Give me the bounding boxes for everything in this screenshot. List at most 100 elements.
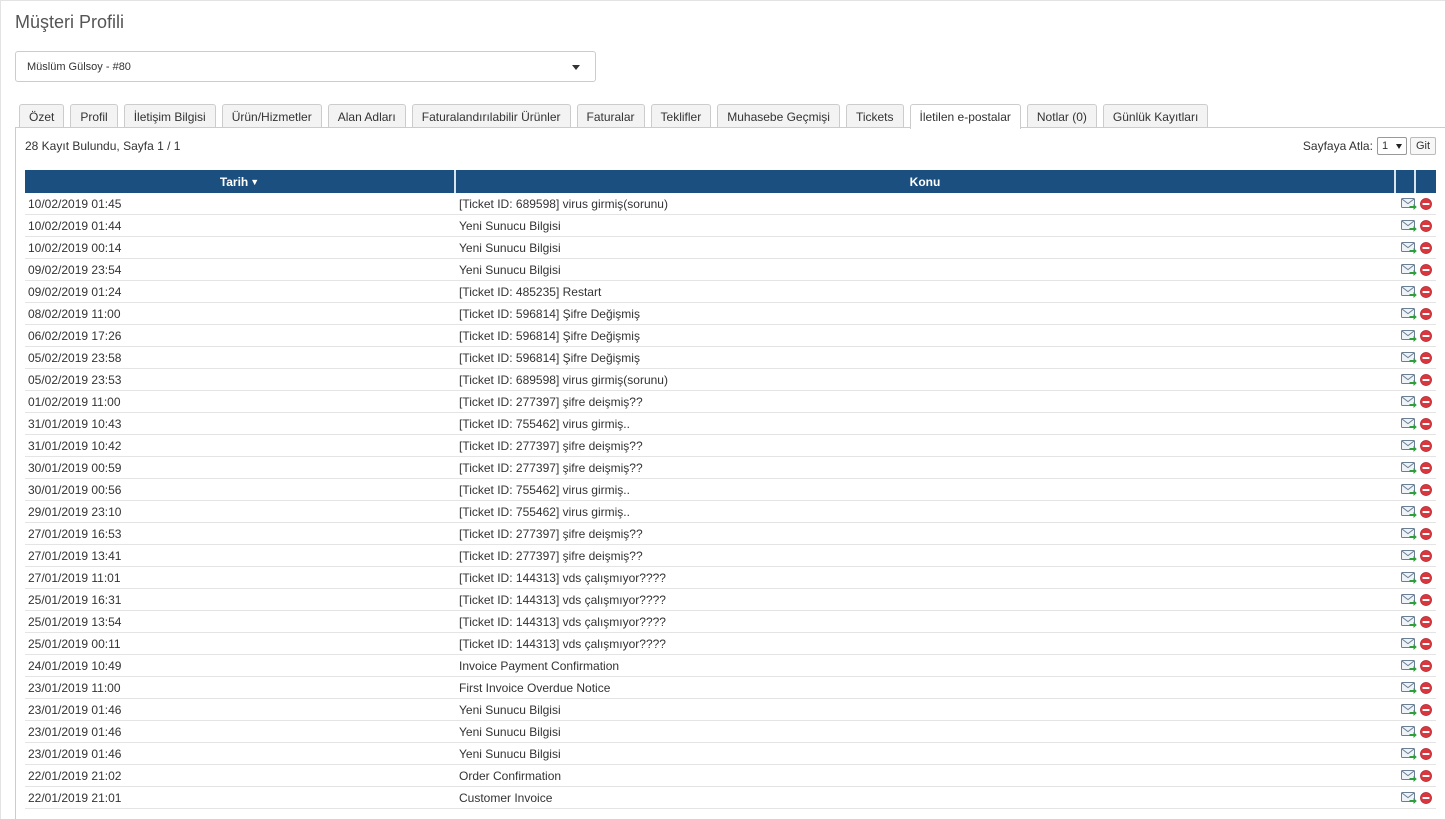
email-subject-link[interactable]: Yeni Sunucu Bilgisi bbox=[456, 219, 1396, 233]
email-resend-icon[interactable] bbox=[1401, 725, 1417, 738]
delete-icon[interactable] bbox=[1420, 703, 1432, 716]
email-subject-link[interactable]: [Ticket ID: 144313] vds çalışmıyor???? bbox=[456, 637, 1396, 651]
email-resend-icon[interactable] bbox=[1401, 285, 1417, 298]
email-subject-link[interactable]: Customer Invoice bbox=[456, 791, 1396, 805]
delete-icon[interactable] bbox=[1420, 637, 1432, 650]
tab-item[interactable]: Profil bbox=[70, 104, 118, 128]
tab-item[interactable]: Faturalar bbox=[576, 104, 645, 128]
column-header-date[interactable]: Tarih ▼ bbox=[25, 170, 456, 193]
delete-icon[interactable] bbox=[1420, 417, 1432, 430]
email-subject-link[interactable]: Order Confirmation bbox=[456, 769, 1396, 783]
email-resend-icon[interactable] bbox=[1401, 703, 1417, 716]
page-select[interactable]: 1 bbox=[1376, 137, 1407, 155]
tab-item[interactable]: Özet bbox=[19, 104, 65, 128]
email-resend-icon[interactable] bbox=[1401, 439, 1417, 452]
delete-icon[interactable] bbox=[1420, 769, 1432, 782]
tab-item[interactable]: İletilen e-postalar bbox=[909, 104, 1021, 129]
email-subject-link[interactable]: [Ticket ID: 277397] şifre deişmiş?? bbox=[456, 527, 1396, 541]
tab-item[interactable]: Tickets bbox=[845, 104, 904, 128]
delete-icon[interactable] bbox=[1420, 483, 1432, 496]
delete-icon[interactable] bbox=[1420, 725, 1432, 738]
email-resend-icon[interactable] bbox=[1401, 659, 1417, 672]
email-resend-icon[interactable] bbox=[1401, 527, 1417, 540]
tab-item[interactable]: Ürün/Hizmetler bbox=[221, 104, 322, 128]
email-subject-link[interactable]: Yeni Sunucu Bilgisi bbox=[456, 747, 1396, 761]
email-resend-icon[interactable] bbox=[1401, 395, 1417, 408]
delete-icon[interactable] bbox=[1420, 329, 1432, 342]
delete-icon[interactable] bbox=[1420, 549, 1432, 562]
delete-icon[interactable] bbox=[1420, 241, 1432, 254]
email-resend-icon[interactable] bbox=[1401, 417, 1417, 430]
go-button[interactable]: Git bbox=[1409, 137, 1436, 155]
delete-icon[interactable] bbox=[1420, 527, 1432, 540]
delete-icon[interactable] bbox=[1420, 263, 1432, 276]
email-resend-icon[interactable] bbox=[1401, 351, 1417, 364]
email-subject-link[interactable]: [Ticket ID: 277397] şifre deişmiş?? bbox=[456, 549, 1396, 563]
email-resend-icon[interactable] bbox=[1401, 769, 1417, 782]
email-subject-link[interactable]: [Ticket ID: 277397] şifre deişmiş?? bbox=[456, 395, 1396, 409]
delete-icon[interactable] bbox=[1420, 219, 1432, 232]
email-subject-link[interactable]: [Ticket ID: 596814] Şifre Değişmiş bbox=[456, 351, 1396, 365]
email-subject-link[interactable]: Yeni Sunucu Bilgisi bbox=[456, 241, 1396, 255]
tab-item[interactable]: Günlük Kayıtları bbox=[1102, 104, 1209, 128]
email-resend-icon[interactable] bbox=[1401, 681, 1417, 694]
tab-item[interactable]: Alan Adları bbox=[327, 104, 406, 128]
email-subject-link[interactable]: [Ticket ID: 689598] virus girmiş(sorunu) bbox=[456, 373, 1396, 387]
delete-icon[interactable] bbox=[1420, 461, 1432, 474]
tab-item[interactable]: İletişim Bilgisi bbox=[123, 104, 216, 128]
email-subject-link[interactable]: [Ticket ID: 144313] vds çalışmıyor???? bbox=[456, 593, 1396, 607]
email-subject-link[interactable]: Invoice Payment Confirmation bbox=[456, 659, 1396, 673]
email-resend-icon[interactable] bbox=[1401, 329, 1417, 342]
delete-icon[interactable] bbox=[1420, 395, 1432, 408]
tab-item[interactable]: Muhasebe Geçmişi bbox=[717, 104, 840, 128]
tab-item[interactable]: Faturalandırılabilir Ürünler bbox=[411, 104, 571, 128]
email-subject-link[interactable]: [Ticket ID: 596814] Şifre Değişmiş bbox=[456, 307, 1396, 321]
email-resend-icon[interactable] bbox=[1401, 263, 1417, 276]
delete-icon[interactable] bbox=[1420, 659, 1432, 672]
email-resend-icon[interactable] bbox=[1401, 615, 1417, 628]
email-resend-icon[interactable] bbox=[1401, 307, 1417, 320]
delete-icon[interactable] bbox=[1420, 505, 1432, 518]
email-subject-link[interactable]: [Ticket ID: 755462] virus girmiş.. bbox=[456, 505, 1396, 519]
email-resend-icon[interactable] bbox=[1401, 373, 1417, 386]
email-subject-link[interactable]: Yeni Sunucu Bilgisi bbox=[456, 725, 1396, 739]
email-resend-icon[interactable] bbox=[1401, 505, 1417, 518]
email-subject-link[interactable]: [Ticket ID: 755462] virus girmiş.. bbox=[456, 483, 1396, 497]
email-resend-icon[interactable] bbox=[1401, 461, 1417, 474]
email-resend-icon[interactable] bbox=[1401, 549, 1417, 562]
email-resend-icon[interactable] bbox=[1401, 483, 1417, 496]
delete-icon[interactable] bbox=[1420, 791, 1432, 804]
email-resend-icon[interactable] bbox=[1401, 571, 1417, 584]
email-subject-link[interactable]: [Ticket ID: 144313] vds çalışmıyor???? bbox=[456, 571, 1396, 585]
email-subject-link[interactable]: [Ticket ID: 277397] şifre deişmiş?? bbox=[456, 461, 1396, 475]
delete-icon[interactable] bbox=[1420, 571, 1432, 584]
delete-icon[interactable] bbox=[1420, 351, 1432, 364]
client-selector[interactable]: Müslüm Gülsoy - #80 bbox=[15, 51, 596, 82]
email-resend-icon[interactable] bbox=[1401, 219, 1417, 232]
email-resend-icon[interactable] bbox=[1401, 747, 1417, 760]
delete-icon[interactable] bbox=[1420, 615, 1432, 628]
email-subject-link[interactable]: [Ticket ID: 755462] virus girmiş.. bbox=[456, 417, 1396, 431]
email-subject-link[interactable]: [Ticket ID: 144313] vds çalışmıyor???? bbox=[456, 615, 1396, 629]
email-subject-link[interactable]: [Ticket ID: 689598] virus girmiş(sorunu) bbox=[456, 197, 1396, 211]
email-resend-icon[interactable] bbox=[1401, 197, 1417, 210]
delete-icon[interactable] bbox=[1420, 681, 1432, 694]
delete-icon[interactable] bbox=[1420, 307, 1432, 320]
delete-icon[interactable] bbox=[1420, 373, 1432, 386]
delete-icon[interactable] bbox=[1420, 439, 1432, 452]
email-resend-icon[interactable] bbox=[1401, 637, 1417, 650]
delete-icon[interactable] bbox=[1420, 593, 1432, 606]
email-resend-icon[interactable] bbox=[1401, 241, 1417, 254]
delete-icon[interactable] bbox=[1420, 747, 1432, 760]
email-subject-link[interactable]: [Ticket ID: 277397] şifre deişmiş?? bbox=[456, 439, 1396, 453]
email-subject-link[interactable]: Yeni Sunucu Bilgisi bbox=[456, 703, 1396, 717]
tab-item[interactable]: Teklifler bbox=[650, 104, 712, 128]
delete-icon[interactable] bbox=[1420, 285, 1432, 298]
delete-icon[interactable] bbox=[1420, 197, 1432, 210]
email-resend-icon[interactable] bbox=[1401, 791, 1417, 804]
email-subject-link[interactable]: [Ticket ID: 485235] Restart bbox=[456, 285, 1396, 299]
tab-item[interactable]: Notlar (0) bbox=[1026, 104, 1097, 128]
email-subject-link[interactable]: [Ticket ID: 596814] Şifre Değişmiş bbox=[456, 329, 1396, 343]
email-subject-link[interactable]: Yeni Sunucu Bilgisi bbox=[456, 263, 1396, 277]
email-subject-link[interactable]: First Invoice Overdue Notice bbox=[456, 681, 1396, 695]
